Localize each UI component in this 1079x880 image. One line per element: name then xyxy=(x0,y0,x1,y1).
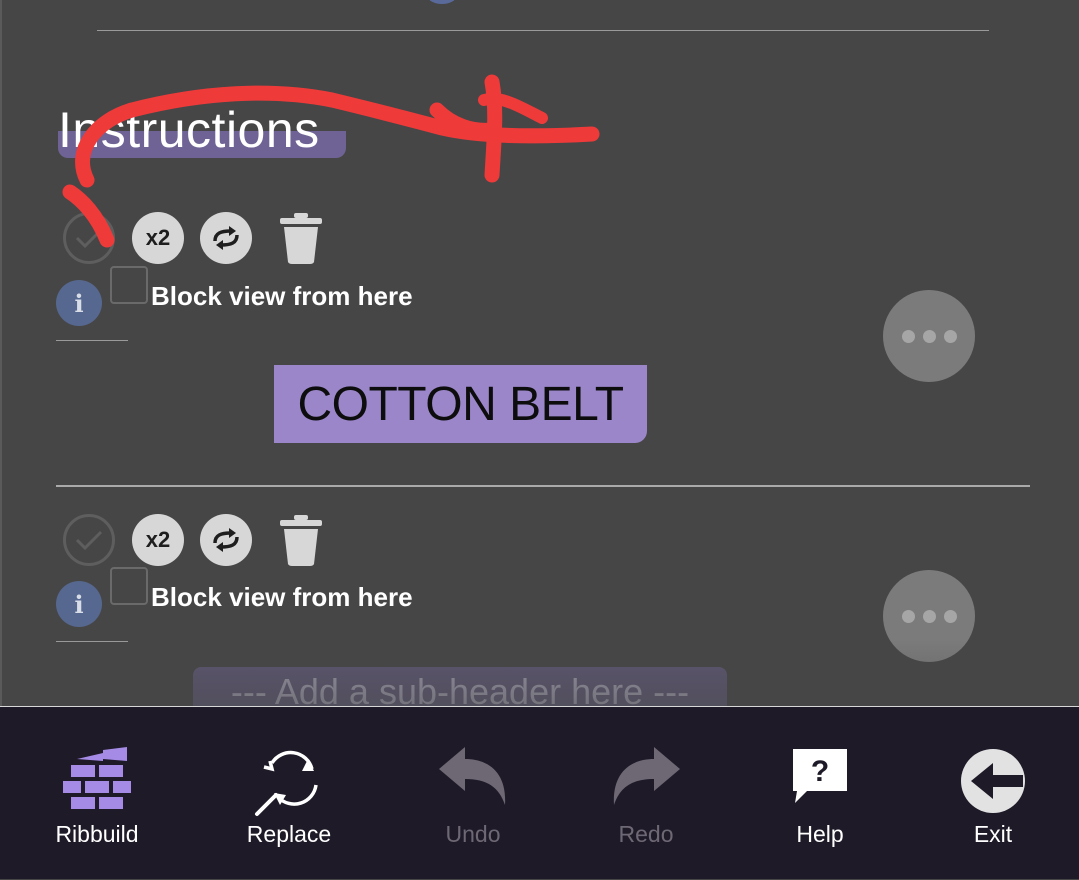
duplicate-x2-button[interactable]: x2 xyxy=(132,514,184,566)
swap-arrows-button[interactable] xyxy=(200,212,252,264)
info-icon[interactable]: i xyxy=(56,280,102,326)
ribbuild-label: Ribbuild xyxy=(55,821,139,847)
swap-arrows-button[interactable] xyxy=(200,514,252,566)
block-view-label: Block view from here xyxy=(151,582,413,612)
info-icon-partial xyxy=(427,0,457,4)
x2-label: x2 xyxy=(145,225,171,250)
cotton-belt-badge[interactable]: COTTON BELT xyxy=(274,365,647,443)
divider xyxy=(97,30,989,31)
redo-button[interactable]: Redo xyxy=(571,707,721,880)
svg-text:?: ? xyxy=(811,755,829,788)
replace-button[interactable]: Replace xyxy=(214,707,364,880)
block-view-label: Block view from here xyxy=(151,281,413,311)
divider xyxy=(56,641,128,642)
swap-arrows-icon xyxy=(213,226,239,250)
ribbuild-button[interactable]: Ribbuild xyxy=(22,707,172,880)
block-view-checkbox[interactable] xyxy=(110,266,148,304)
more-options-button[interactable] xyxy=(883,290,975,382)
undo-label: Undo xyxy=(445,821,501,847)
undo-icon xyxy=(439,747,506,805)
x2-label: x2 xyxy=(145,527,171,552)
subheader-placeholder[interactable]: --- Add a sub-header here --- xyxy=(193,667,727,706)
help-label: Help xyxy=(796,821,844,847)
divider xyxy=(56,340,128,341)
help-button[interactable]: ? Help xyxy=(745,707,895,880)
more-options-button[interactable] xyxy=(883,570,975,662)
replace-search-icon xyxy=(255,750,318,816)
help-icon: ? xyxy=(793,749,847,803)
swap-arrows-icon xyxy=(213,528,239,552)
undo-button[interactable]: Undo xyxy=(398,707,548,880)
redo-label: Redo xyxy=(618,821,674,847)
duplicate-x2-button[interactable]: x2 xyxy=(132,212,184,264)
complete-check-icon[interactable] xyxy=(63,514,115,566)
instructions-panel: Instructions x2 i Block view from here C… xyxy=(0,0,1079,706)
trash-icon[interactable] xyxy=(279,212,323,264)
redo-icon xyxy=(613,747,680,805)
replace-label: Replace xyxy=(246,821,332,847)
divider xyxy=(56,485,1030,487)
complete-check-icon[interactable] xyxy=(63,212,115,264)
exit-label: Exit xyxy=(973,821,1013,847)
exit-icon xyxy=(961,749,1025,813)
block-view-checkbox[interactable] xyxy=(110,567,148,605)
instructions-header: Instructions xyxy=(58,100,346,160)
info-icon[interactable]: i xyxy=(56,581,102,627)
trash-icon[interactable] xyxy=(279,514,323,566)
bottom-toolbar: Ribbuild Replace Undo Redo ? Help Exit xyxy=(0,706,1079,879)
instructions-title: Instructions xyxy=(58,102,320,158)
exit-button[interactable]: Exit xyxy=(918,707,1068,880)
brick-trowel-icon xyxy=(63,747,131,809)
